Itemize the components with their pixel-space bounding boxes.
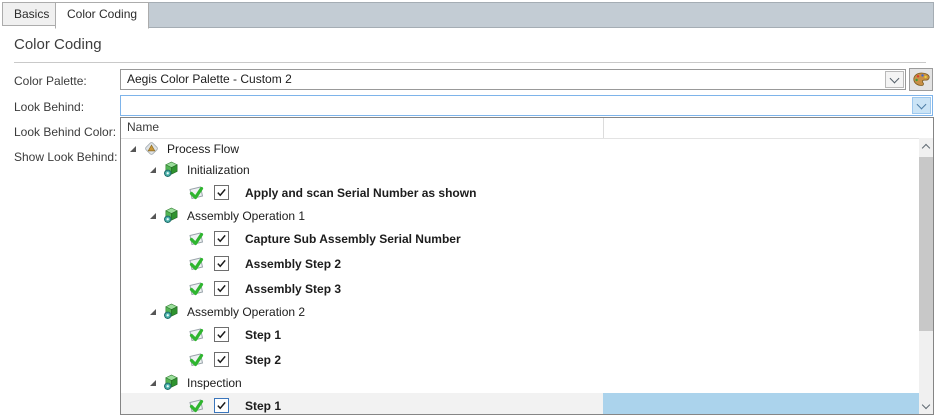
expander-expanded-icon[interactable] (149, 308, 157, 316)
tree-row-step[interactable]: Assembly Step 2 (121, 251, 919, 276)
tree-row-label: Assembly Step 3 (245, 282, 341, 296)
tree-row-label: Apply and scan Serial Number as shown (245, 186, 476, 200)
look-behind-combobox[interactable] (120, 95, 933, 116)
page-title: Color Coding (14, 36, 102, 53)
tree-row-extra-cell (603, 393, 919, 414)
column-divider[interactable] (603, 118, 604, 138)
tree-row-extra-cell (603, 205, 919, 226)
step-check-icon (187, 326, 205, 344)
step-checkbox[interactable] (214, 231, 229, 246)
color-palette-label: Color Palette: (14, 73, 87, 89)
step-checkbox[interactable] (214, 281, 229, 296)
tree-row-step[interactable]: Step 1 (121, 393, 919, 414)
step-check-icon (187, 230, 205, 248)
look-behind-color-label: Look Behind Color: (14, 124, 116, 140)
tree-rows: Process Flow Initialization Apply and scan… (121, 138, 919, 414)
color-palette-value: Aegis Color Palette - Custom 2 (127, 70, 881, 89)
palette-button[interactable] (909, 68, 933, 91)
expander-expanded-icon[interactable] (149, 379, 157, 387)
tree-row-group[interactable]: Process Flow (121, 138, 919, 159)
operation-gear-cube-icon (163, 207, 180, 224)
tree-row-step[interactable]: Step 2 (121, 347, 919, 372)
tree-row-extra-cell (603, 372, 919, 393)
tree-row-extra-cell (603, 347, 919, 372)
tree-row-step[interactable]: Capture Sub Assembly Serial Number (121, 226, 919, 251)
expander-expanded-icon[interactable] (129, 145, 137, 153)
tree-row-step[interactable]: Apply and scan Serial Number as shown (121, 180, 919, 205)
tree-row-group[interactable]: Assembly Operation 1 (121, 205, 919, 226)
operation-gear-cube-icon (163, 374, 180, 391)
scrollbar-thumb[interactable] (919, 157, 933, 331)
tab-strip-filler (139, 2, 934, 28)
look-behind-tree: Name Process Flow Initialization Apply and… (120, 117, 934, 415)
tree-row-label: Step 1 (245, 399, 281, 413)
step-check-icon (187, 280, 205, 298)
tree-row-label: Initialization (187, 163, 250, 177)
tree-row-group[interactable]: Inspection (121, 372, 919, 393)
step-check-icon (187, 184, 205, 202)
step-checkbox[interactable] (214, 185, 229, 200)
tree-row-step[interactable]: Step 1 (121, 322, 919, 347)
step-checkbox[interactable] (214, 327, 229, 342)
tree-row-extra-cell (603, 276, 919, 301)
tree-row-extra-cell (603, 322, 919, 347)
tree-row-label: Process Flow (167, 142, 239, 156)
tree-row-extra-cell (603, 159, 919, 180)
tree-row-extra-cell (603, 138, 919, 159)
chevron-down-icon[interactable] (885, 71, 904, 88)
step-check-icon (187, 255, 205, 273)
tree-row-label: Assembly Operation 1 (187, 209, 305, 223)
tree-header: Name (121, 118, 933, 139)
chevron-down-icon (922, 401, 930, 409)
scroll-up-button[interactable] (919, 138, 933, 154)
tree-row-extra-cell (603, 226, 919, 251)
expander-expanded-icon[interactable] (149, 212, 157, 220)
vertical-scrollbar[interactable] (919, 138, 933, 414)
show-look-behind-label: Show Look Behind: (14, 149, 117, 165)
tree-row-group[interactable]: Initialization (121, 159, 919, 180)
expander-expanded-icon[interactable] (149, 166, 157, 174)
tree-row-label: Assembly Operation 2 (187, 305, 305, 319)
step-check-icon (187, 351, 205, 369)
palette-icon (913, 72, 930, 87)
tree-row-label: Capture Sub Assembly Serial Number (245, 232, 461, 246)
chevron-down-icon[interactable] (912, 97, 931, 114)
step-checkbox[interactable] (214, 398, 229, 413)
tree-row-label: Step 2 (245, 353, 281, 367)
look-behind-label: Look Behind: (14, 99, 84, 115)
step-checkbox[interactable] (214, 256, 229, 271)
tree-row-label: Inspection (187, 376, 242, 390)
tree-row-group[interactable]: Assembly Operation 2 (121, 301, 919, 322)
process-flow-icon (143, 140, 160, 157)
tab-color-coding[interactable]: Color Coding (55, 2, 149, 29)
name-column-header[interactable]: Name (127, 118, 159, 137)
tab-basics[interactable]: Basics (2, 2, 61, 26)
tree-row-extra-cell (603, 251, 919, 276)
tree-row-extra-cell (603, 180, 919, 205)
chevron-up-icon (922, 143, 930, 151)
tree-row-step[interactable]: Assembly Step 3 (121, 276, 919, 301)
operation-gear-cube-icon (163, 303, 180, 320)
title-separator (14, 62, 926, 63)
color-coding-panel: Basics Color Coding Color Coding Color P… (0, 0, 935, 416)
step-checkbox[interactable] (214, 352, 229, 367)
tree-row-label: Assembly Step 2 (245, 257, 341, 271)
step-check-icon (187, 397, 205, 415)
scroll-down-button[interactable] (919, 398, 933, 414)
operation-gear-cube-icon (163, 161, 180, 178)
tree-row-label: Step 1 (245, 328, 281, 342)
tree-row-extra-cell (603, 301, 919, 322)
color-palette-combobox[interactable]: Aegis Color Palette - Custom 2 (120, 69, 906, 90)
